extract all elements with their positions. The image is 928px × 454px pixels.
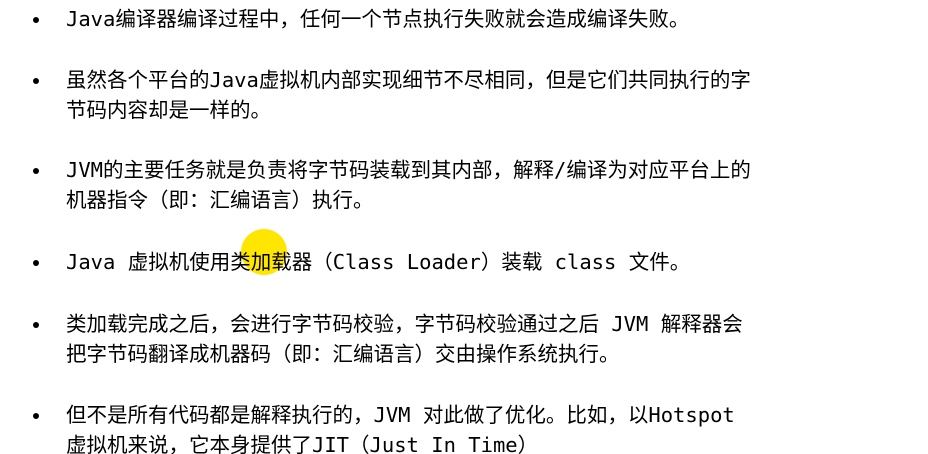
bullet-text-6-line-1: 但不是所有代码都是解释执行的，JVM 对此做了优化。比如，以Hotspot <box>66 403 735 427</box>
bullet-dot-icon <box>33 168 39 174</box>
bullet-text-3: JVM的主要任务就是负责将字节码装载到其内部，解释/编译为对应平台上的 机器指令… <box>66 155 916 215</box>
bullet-text-2-line-2: 节码内容却是一样的。 <box>66 98 271 122</box>
bullet-text-2: 虽然各个平台的Java虚拟机内部实现细节不尽相同，但是它们共同执行的字 节码内容… <box>66 65 916 125</box>
bullet-dot-icon <box>33 260 39 266</box>
bullet-text-3-line-2: 机器指令（即：汇编语言）执行。 <box>66 188 374 212</box>
bullet-text-4-line-1: Java 虚拟机使用类加载器（Class Loader）装载 class 文件。 <box>66 250 691 274</box>
bullet-dot-icon <box>33 17 39 23</box>
bullet-dot-icon <box>33 322 39 328</box>
bullet-list: Java编译器编译过程中，任何一个节点执行失败就会造成编译失败。 虽然各个平台的… <box>0 0 928 454</box>
bullet-text-5: 类加载完成之后，会进行字节码校验，字节码校验通过之后 JVM 解释器会 把字节码… <box>66 309 916 369</box>
bullet-text-4: Java 虚拟机使用类加载器（Class Loader）装载 class 文件。 <box>66 247 916 277</box>
bullet-text-5-line-1: 类加载完成之后，会进行字节码校验，字节码校验通过之后 JVM 解释器会 <box>66 312 743 336</box>
bullet-dot-icon <box>33 78 39 84</box>
bullet-text-3-line-1: JVM的主要任务就是负责将字节码装载到其内部，解释/编译为对应平台上的 <box>66 158 751 182</box>
bullet-text-5-line-2: 把字节码翻译成机器码（即：汇编语言）交由操作系统执行。 <box>66 342 620 366</box>
bullet-text-6-line-2: 虚拟机来说，它本身提供了JIT（Just In Time） <box>66 433 539 454</box>
bullet-text-6: 但不是所有代码都是解释执行的，JVM 对此做了优化。比如，以Hotspot 虚拟… <box>66 400 916 454</box>
bullet-dot-icon <box>33 413 39 419</box>
bullet-text-1-line-1: Java编译器编译过程中，任何一个节点执行失败就会造成编译失败。 <box>66 7 690 31</box>
bullet-text-1: Java编译器编译过程中，任何一个节点执行失败就会造成编译失败。 <box>66 4 916 34</box>
bullet-text-2-line-1: 虽然各个平台的Java虚拟机内部实现细节不尽相同，但是它们共同执行的字 <box>66 68 751 92</box>
slide: Java编译器编译过程中，任何一个节点执行失败就会造成编译失败。 虽然各个平台的… <box>0 0 928 454</box>
